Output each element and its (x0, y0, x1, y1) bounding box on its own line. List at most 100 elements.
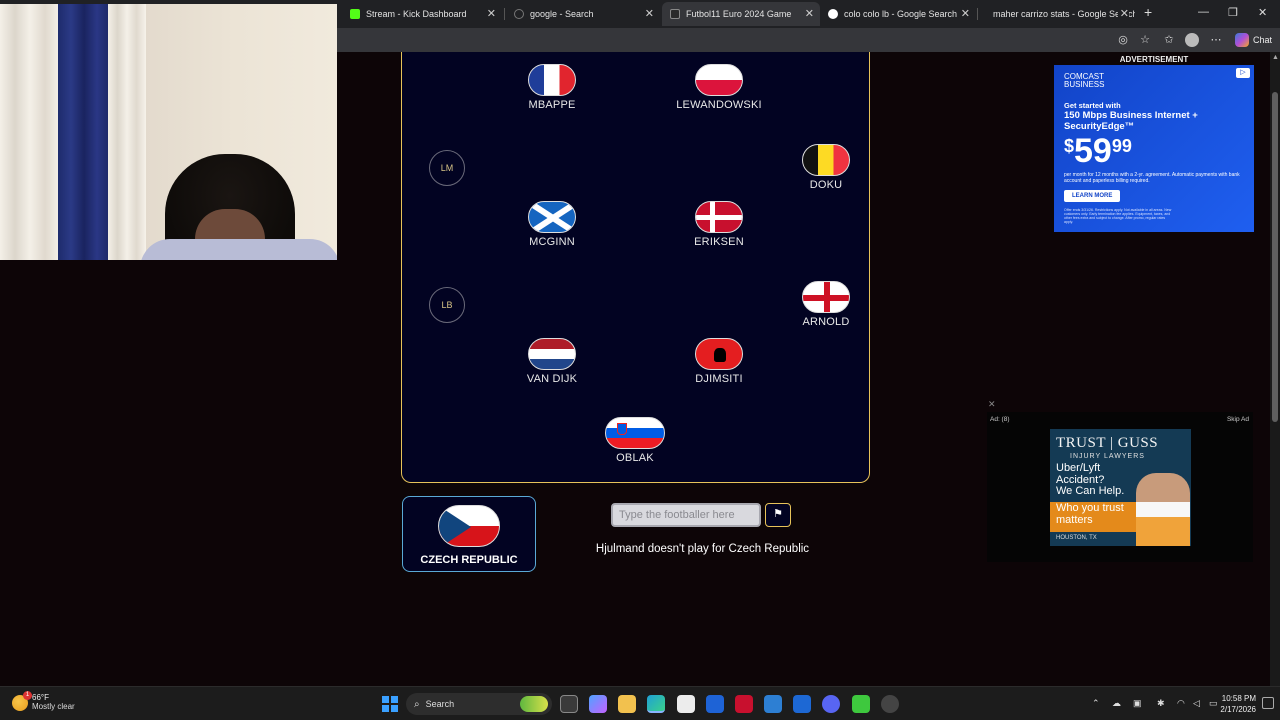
ad-headline: Get started with (1064, 101, 1121, 110)
mail-icon[interactable] (764, 695, 782, 713)
ad-location: HOUSTON, TX (1056, 535, 1097, 541)
store-icon[interactable] (677, 695, 695, 713)
trust-guss-creative[interactable]: TRUST | GUSS INJURY LAWYERS Uber/Lyft Ac… (1050, 429, 1191, 546)
belgium-flag-icon (802, 144, 850, 176)
close-icon[interactable]: ✕ (487, 7, 496, 20)
profile-avatar[interactable] (1185, 33, 1199, 47)
give-up-flag-button[interactable]: ⚑ (765, 503, 791, 527)
close-window-icon[interactable]: ✕ (1258, 6, 1267, 19)
player-name: VAN DIJK (526, 373, 578, 385)
scrollbar-thumb[interactable] (1272, 92, 1278, 422)
player-name: LEWANDOWSKI (676, 99, 762, 111)
vscode-icon[interactable] (706, 695, 724, 713)
player-card[interactable]: DJIMSITI (659, 338, 779, 385)
minimize-icon[interactable]: — (1198, 6, 1209, 18)
search-icon (514, 9, 524, 19)
czech-flag-icon (438, 505, 500, 547)
scroll-up-icon[interactable]: ▲ (1272, 54, 1279, 61)
search-icon: ⌕ (414, 698, 420, 710)
comcast-ad[interactable]: ▷ COMCAST BUSINESS Get started with 150 … (1054, 65, 1254, 232)
empty-slot-lb[interactable]: LB (429, 287, 465, 323)
tab-colo-colo[interactable]: colo colo lb - Google Search ✕ (820, 2, 976, 26)
adchoices-icon[interactable]: ▷ (1236, 68, 1250, 78)
player-name: MBAPPE (528, 99, 576, 111)
close-icon[interactable]: ✕ (1117, 7, 1129, 20)
futbol11-icon (670, 9, 680, 19)
learn-more-button[interactable]: LEARN MORE (1064, 190, 1121, 202)
battery-icon[interactable]: ▭ (1209, 698, 1218, 709)
obs-icon[interactable] (881, 695, 899, 713)
mcafee-icon[interactable] (735, 695, 753, 713)
weather-widget[interactable]: 66°F Mostly clear (12, 690, 75, 712)
more-menu-icon[interactable]: ⋯ (1209, 33, 1223, 47)
show-hidden-icons[interactable]: ⌃ (1092, 698, 1100, 709)
new-tab-button[interactable]: + (1144, 4, 1152, 20)
player-card[interactable]: MBAPPE (492, 64, 612, 111)
tab-futbol11[interactable]: Futbol11 Euro 2024 Game ✕ (662, 2, 820, 26)
clock-date: 2/17/2026 (1220, 705, 1256, 714)
ad-brand-sub: BUSINESS (1064, 80, 1105, 89)
empty-slot-lm[interactable]: LM (429, 150, 465, 186)
outlook-icon[interactable] (793, 695, 811, 713)
player-card[interactable]: ERIKSEN (659, 201, 779, 248)
denmark-flag-icon (695, 201, 743, 233)
tray-app-icon[interactable]: ▣ (1133, 698, 1142, 709)
screen: Stream - Kick Dashboard ✕ google - Searc… (0, 0, 1280, 720)
edge-browser-icon[interactable] (647, 695, 665, 713)
favorite-star-icon[interactable]: ☆ (1138, 33, 1152, 47)
flag-icon: ⚑ (773, 508, 783, 520)
tab-title: Stream - Kick Dashboard (366, 9, 467, 19)
lawyer-photo (1136, 473, 1190, 546)
copilot-icon (1234, 33, 1249, 47)
player-card[interactable]: MCGINN (492, 201, 612, 248)
video-ad[interactable]: Ad: (8) Skip Ad TRUST | GUSS INJURY LAWY… (987, 412, 1253, 562)
skip-ad-button[interactable]: Skip Ad (1227, 416, 1249, 423)
feedback-message: Hjulmand doesn't play for Czech Republic (595, 543, 810, 555)
close-icon[interactable]: ✕ (961, 7, 970, 20)
close-icon[interactable]: ✕ (645, 7, 654, 20)
file-explorer-icon[interactable] (618, 695, 636, 713)
tab-maher-carrizo[interactable]: maher carrizo stats - Google Search ✕ (979, 2, 1135, 26)
player-card[interactable]: OBLAK (575, 417, 695, 464)
clock-time: 10:58 PM (1221, 694, 1256, 703)
close-video-ad-icon[interactable]: ✕ (988, 399, 996, 410)
tab-kick-dashboard[interactable]: Stream - Kick Dashboard ✕ (342, 2, 502, 26)
player-card[interactable]: VAN DIJK (492, 338, 612, 385)
weather-icon (12, 690, 32, 711)
taskbar-search[interactable]: ⌕ Search (406, 693, 552, 715)
windows-taskbar: 66°F Mostly clear ⌕ Search ⌃ ☁ ▣ ✱ ◠ ◁ ▭ (0, 686, 1280, 720)
page-scrollbar[interactable]: ▲ (1270, 52, 1280, 686)
discord-icon[interactable] (822, 695, 840, 713)
volume-icon[interactable]: ◁ (1193, 698, 1200, 709)
notification-icon[interactable] (1262, 697, 1274, 709)
tab-title: maher carrizo stats - Google Search (993, 9, 1135, 19)
copilot-chat-button[interactable]: Chat (1234, 32, 1272, 48)
maximize-icon[interactable]: ❐ (1228, 6, 1238, 19)
windows-start-icon[interactable] (382, 696, 398, 712)
onedrive-icon[interactable]: ☁ (1112, 698, 1121, 709)
ad-counter: Ad: (8) (990, 416, 1010, 423)
player-card[interactable]: LEWANDOWSKI (659, 64, 779, 111)
ad-fine-print: per month for 12 months with a 2-yr. agr… (1064, 172, 1240, 184)
player-card[interactable]: DOKU (766, 144, 886, 191)
advertisement-label: ADVERTISEMENT (1119, 55, 1189, 64)
favorites-icon[interactable]: ✩ (1162, 33, 1176, 47)
player-name: ARNOLD (802, 316, 850, 328)
reader-icon[interactable]: ◎ (1116, 33, 1130, 47)
player-card[interactable]: ARNOLD (766, 281, 886, 328)
lineup-pitch: MBAPPE LEWANDOWSKI LM DOKU MCGINN ERIKSE… (401, 52, 870, 483)
close-icon[interactable]: ✕ (805, 7, 814, 20)
tab-google-search[interactable]: google - Search ✕ (506, 2, 660, 26)
wifi-icon[interactable]: ◠ (1177, 698, 1185, 709)
country-card: CZECH REPUBLIC (402, 496, 536, 572)
bluetooth-icon[interactable]: ✱ (1157, 698, 1165, 709)
copilot-app-icon[interactable] (589, 695, 607, 713)
tab-title: Futbol11 Euro 2024 Game (686, 9, 792, 19)
ad-headline: 150 Mbps Business Internet + (1064, 110, 1198, 121)
footballer-input[interactable] (611, 503, 761, 527)
chat-label: Chat (1252, 35, 1272, 45)
system-clock[interactable]: 10:58 PM 2/17/2026 (1220, 693, 1256, 715)
ad-disclaimer: Offer ends 3/31/26. Restrictions apply. … (1064, 208, 1172, 224)
xbox-icon[interactable] (852, 695, 870, 713)
task-view-icon[interactable] (560, 695, 578, 713)
